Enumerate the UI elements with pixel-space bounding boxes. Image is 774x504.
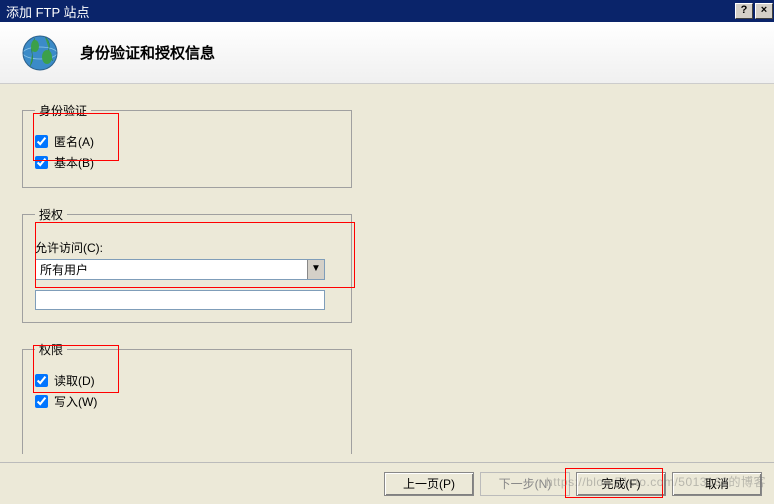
wizard-footer: 上一页(P) 下一步(N) 完成(F) 取消 bbox=[0, 462, 774, 504]
access-combobox[interactable]: 所有用户 ▼ bbox=[35, 259, 325, 280]
write-checkbox[interactable] bbox=[35, 395, 48, 408]
read-checkbox[interactable] bbox=[35, 374, 48, 387]
window-title: 添加 FTP 站点 bbox=[6, 2, 90, 21]
user-input[interactable] bbox=[35, 290, 325, 310]
write-row: 写入(W) bbox=[35, 393, 339, 410]
authentication-group: 身份验证 匿名(A) 基本(B) bbox=[22, 102, 352, 188]
permissions-group: 权限 读取(D) 写入(W) bbox=[22, 341, 352, 454]
read-row: 读取(D) bbox=[35, 372, 339, 389]
chevron-down-icon[interactable]: ▼ bbox=[307, 260, 324, 279]
help-button[interactable]: ? bbox=[735, 3, 753, 19]
window-buttons: ? × bbox=[734, 1, 774, 21]
title-bar: 添加 FTP 站点 ? × bbox=[0, 0, 774, 22]
write-label: 写入(W) bbox=[54, 393, 97, 410]
basic-row: 基本(B) bbox=[35, 154, 339, 171]
authorization-legend: 授权 bbox=[35, 206, 67, 223]
page-title: 身份验证和授权信息 bbox=[80, 42, 215, 63]
anonymous-row: 匿名(A) bbox=[35, 133, 339, 150]
access-value: 所有用户 bbox=[36, 260, 307, 279]
read-label: 读取(D) bbox=[54, 372, 95, 389]
basic-checkbox[interactable] bbox=[35, 156, 48, 169]
content-area: 身份验证 匿名(A) 基本(B) 授权 允许访问(C): 所有用户 ▼ 权限 读… bbox=[0, 84, 774, 462]
wizard-header: 身份验证和授权信息 bbox=[0, 22, 774, 84]
anonymous-checkbox[interactable] bbox=[35, 135, 48, 148]
basic-label: 基本(B) bbox=[54, 154, 94, 171]
previous-button[interactable]: 上一页(P) bbox=[384, 472, 474, 496]
access-label: 允许访问(C): bbox=[35, 239, 339, 256]
next-button: 下一步(N) bbox=[480, 472, 570, 496]
finish-button[interactable]: 完成(F) bbox=[576, 472, 666, 496]
permissions-legend: 权限 bbox=[35, 341, 67, 358]
globe-icon bbox=[20, 33, 60, 73]
close-button[interactable]: × bbox=[755, 3, 773, 19]
authorization-group: 授权 允许访问(C): 所有用户 ▼ bbox=[22, 206, 352, 323]
cancel-button[interactable]: 取消 bbox=[672, 472, 762, 496]
anonymous-label: 匿名(A) bbox=[54, 133, 94, 150]
authentication-legend: 身份验证 bbox=[35, 102, 91, 119]
